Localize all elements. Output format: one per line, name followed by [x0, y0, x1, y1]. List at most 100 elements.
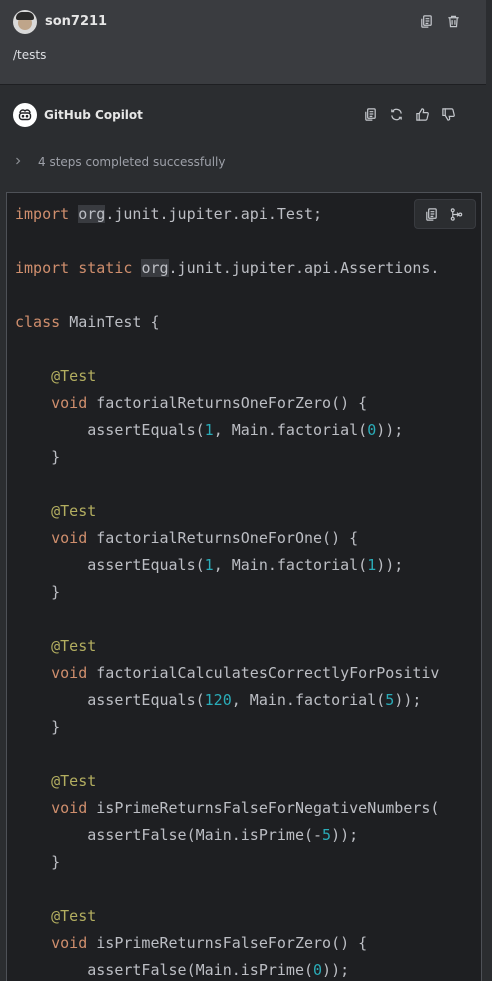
code-line: assertFalse(Main.isPrime(0)); [15, 957, 439, 981]
code-line: @Test [15, 768, 439, 795]
code-token: void [51, 664, 97, 682]
code-token: .junit.jupiter.api.Assertions. [168, 259, 440, 277]
code-token: )); [322, 961, 350, 979]
code-token: @Test [51, 907, 97, 925]
code-line: void factorialReturnsOneForZero() { [15, 390, 439, 417]
code-token: assertEquals( [15, 691, 205, 709]
code-token: @Test [51, 637, 97, 655]
code-token: import [15, 205, 79, 223]
code-token: void [51, 934, 97, 952]
code-token: } [15, 448, 61, 466]
code-token: } [15, 718, 61, 736]
code-token: void [51, 394, 97, 412]
insert-into-file-icon[interactable] [447, 205, 465, 223]
username: son7211 [45, 14, 108, 29]
code-token: @Test [51, 367, 97, 385]
copy-icon[interactable] [361, 105, 379, 123]
code-line: @Test [15, 903, 439, 930]
code-token: isPrimeReturnsFalseForZero() { [96, 934, 368, 952]
user-message: son7211 /tests [0, 0, 486, 85]
code-line: assertEquals(120, Main.factorial(5)); [15, 687, 439, 714]
code-line: } [15, 714, 439, 741]
code-token: , Main.factorial( [231, 691, 386, 709]
code-token: org [78, 205, 106, 223]
code-token: } [15, 583, 61, 601]
code-line: void factorialCalculatesCorrectlyForPosi… [15, 660, 439, 687]
code-token: 120 [204, 691, 232, 709]
chevron-right-icon [13, 155, 23, 169]
copy-icon[interactable] [422, 205, 440, 223]
code-token: } [15, 853, 61, 871]
code-token: )); [376, 556, 404, 574]
code-token: import static [15, 259, 142, 277]
code-line: assertEquals(1, Main.factorial(0)); [15, 417, 439, 444]
code-token: org [141, 259, 169, 277]
code-token: . [105, 205, 115, 223]
code-line: } [15, 444, 439, 471]
code-token: 0 [367, 421, 377, 439]
copy-icon[interactable] [417, 12, 435, 30]
code-token: )); [394, 691, 422, 709]
copilot-icon [13, 103, 37, 127]
code-token: 5 [322, 826, 332, 844]
code-line: } [15, 579, 439, 606]
code-token: 1 [204, 421, 214, 439]
code-token: 1 [204, 556, 214, 574]
code-token: @Test [51, 772, 97, 790]
scrollbar-track[interactable] [486, 0, 492, 980]
code-token: factorialReturnsOneForOne() { [96, 529, 359, 547]
code-block[interactable]: import org.junit.jupiter.api.Test; import… [6, 192, 482, 981]
thumbs-down-icon[interactable] [439, 105, 457, 123]
code-token: assertFalse(Main.isPrime( [15, 961, 314, 979]
code-token: void [51, 529, 97, 547]
assistant-name: GitHub Copilot [44, 108, 143, 122]
steps-text: 4 steps completed successfully [38, 155, 226, 169]
code-token: factorialCalculatesCorrectlyForPositiv [96, 664, 440, 682]
code-token: 1 [367, 556, 377, 574]
trash-icon[interactable] [444, 12, 462, 30]
code-line: void isPrimeReturnsFalseForZero() { [15, 930, 439, 957]
code-line: import static org.junit.jupiter.api.Asse… [15, 255, 439, 282]
code-line: import org.junit.jupiter.api.Test; [15, 201, 439, 228]
code-token: assertFalse(Main.isPrime(- [15, 826, 323, 844]
code-toolbar [414, 199, 476, 229]
code-token: @Test [51, 502, 97, 520]
code-content: import org.junit.jupiter.api.Test; import… [15, 201, 439, 981]
user-prompt-text: /tests [13, 48, 47, 62]
code-token: assertEquals( [15, 421, 205, 439]
code-token: assertEquals( [15, 556, 205, 574]
code-token: isPrimeReturnsFalseForNegativeNumbers( [96, 799, 440, 817]
code-line: @Test [15, 498, 439, 525]
code-token: )); [331, 826, 359, 844]
regenerate-icon[interactable] [387, 105, 405, 123]
code-line: assertFalse(Main.isPrime(-5)); [15, 822, 439, 849]
code-line: @Test [15, 363, 439, 390]
thumbs-up-icon[interactable] [413, 105, 431, 123]
steps-summary[interactable]: 4 steps completed successfully [13, 155, 226, 169]
code-token: void [51, 799, 97, 817]
user-avatar [13, 10, 37, 34]
code-line: void factorialReturnsOneForOne() { [15, 525, 439, 552]
code-token: , Main.factorial( [213, 556, 368, 574]
code-line: } [15, 849, 439, 876]
code-token: class [15, 313, 70, 331]
code-line: class MainTest { [15, 309, 439, 336]
code-token: 0 [313, 961, 323, 979]
